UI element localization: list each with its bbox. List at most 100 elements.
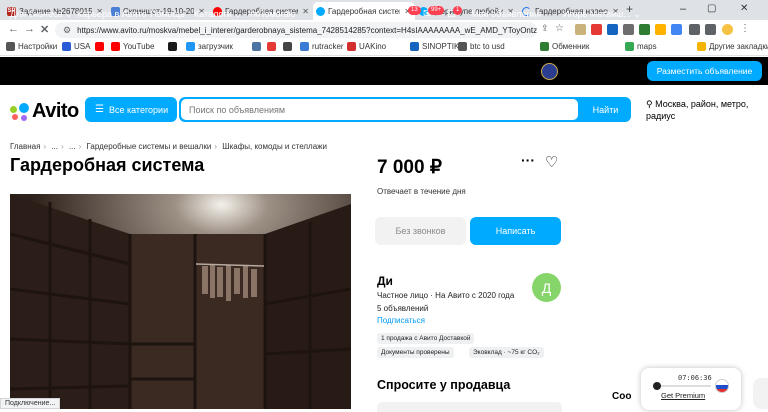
- extension-icon[interactable]: [591, 24, 602, 35]
- seller-badge-chip: 1 продажа с Авито Доставкой: [377, 333, 475, 344]
- bookmark-item[interactable]: maps: [625, 42, 657, 51]
- my-ads-link[interactable]: Мои объявления: [471, 9, 541, 19]
- nav-career-link[interactable]: Карьера в Авито: [77, 9, 147, 19]
- extension-icon[interactable]: [655, 24, 666, 35]
- nav-business-link[interactable]: Для бизнеса ⌄: [10, 9, 73, 20]
- bookmark-item[interactable]: [168, 42, 180, 51]
- categories-menu-icon: ☰: [95, 104, 104, 115]
- bookmark-star-icon[interactable]: ☆: [555, 23, 564, 34]
- extension-icon[interactable]: [639, 24, 650, 35]
- bookmark-item[interactable]: Обменник: [540, 42, 589, 51]
- bookmark-icon: [347, 42, 356, 51]
- no-calls-button: Без звонков: [375, 217, 466, 245]
- breadcrumb-item[interactable]: ...: [69, 142, 76, 151]
- extension-icon[interactable]: [607, 24, 618, 35]
- vpn-slider-track[interactable]: [657, 385, 711, 387]
- maximize-icon[interactable]: ▢: [707, 3, 716, 14]
- ask-seller-box[interactable]: [377, 402, 562, 412]
- bookmark-icon: [168, 42, 177, 51]
- avito-logo[interactable]: Avito: [10, 100, 79, 123]
- bookmark-icon: [95, 42, 104, 51]
- bookmark-label: maps: [637, 42, 657, 51]
- russia-flag-icon[interactable]: [715, 379, 729, 393]
- seller-name[interactable]: Ди: [377, 274, 393, 288]
- bookmark-label: Другие закладки: [709, 42, 768, 51]
- bookmark-item[interactable]: USA: [62, 42, 90, 51]
- subscribe-link[interactable]: Подписаться: [377, 316, 425, 325]
- bookmark-item[interactable]: Настройки: [6, 42, 57, 51]
- listing-photo[interactable]: [10, 194, 351, 409]
- close-window-icon[interactable]: ✕: [740, 3, 748, 14]
- breadcrumb-home[interactable]: Главная: [10, 142, 40, 151]
- folder-icon: [697, 42, 706, 51]
- back-icon[interactable]: ←: [8, 23, 19, 35]
- youtube-icon: [111, 42, 120, 51]
- seller-avatar[interactable]: Д: [532, 273, 561, 302]
- seller-info: Частное лицо · На Авито с 2020 года: [377, 291, 515, 300]
- url-field[interactable]: ⚙ https://www.avito.ru/moskva/mebel_i_in…: [55, 22, 537, 38]
- bookmark-item[interactable]: SINOPTIK: [410, 42, 459, 51]
- get-premium-link[interactable]: Get Premium: [661, 391, 705, 400]
- bookmark-item[interactable]: rutracker: [300, 42, 344, 51]
- url-text: https://www.avito.ru/moskva/mebel_i_inte…: [77, 25, 537, 35]
- stop-loading-icon[interactable]: ✕: [40, 23, 49, 36]
- bookmark-item[interactable]: [283, 42, 295, 51]
- bookmark-icon: [283, 42, 292, 51]
- user-menu[interactable]: Игорь Матвиш... ⌄: [563, 9, 641, 20]
- nav-catalogs-link[interactable]: Каталоги ⌄: [194, 9, 242, 20]
- downloads-icon[interactable]: [689, 24, 700, 35]
- share-icon[interactable]: ⇪: [541, 23, 549, 34]
- extensions-puzzle-icon[interactable]: [705, 24, 716, 35]
- bookmark-label: Настройки: [18, 42, 58, 51]
- site-info-icon[interactable]: ⚙: [63, 25, 71, 36]
- all-categories-button[interactable]: ☰ Все категории: [85, 97, 177, 122]
- listing-price: 7 000 ₽: [377, 157, 442, 178]
- write-message-button[interactable]: Написать: [470, 217, 561, 245]
- nav-tag-link[interactable]: #яПомогаю: [248, 9, 295, 19]
- breadcrumb-item[interactable]: Гардеробные системы и вешалки: [87, 142, 212, 151]
- bookmark-item[interactable]: btc to usd: [458, 42, 505, 51]
- listing-title: Гардеробная система: [10, 155, 205, 175]
- seller-ads-count[interactable]: 5 объявлений: [377, 304, 428, 313]
- more-options-icon[interactable]: ···: [521, 152, 535, 168]
- vpn-widget: 07:06:36 Get Premium: [641, 368, 741, 410]
- categories-label: Все категории: [108, 104, 169, 115]
- bookmark-icon: [267, 42, 276, 51]
- bookmark-item[interactable]: YouTube: [111, 42, 154, 51]
- extension-icon[interactable]: [623, 24, 634, 35]
- tab-close-icon[interactable]: ✕: [302, 7, 309, 16]
- nav-business-label: Для бизнеса: [10, 9, 63, 19]
- maps-icon: [625, 42, 634, 51]
- menu-icon[interactable]: ⋮: [740, 23, 750, 34]
- avito-logo-text: Avito: [32, 100, 79, 122]
- extension-icon[interactable]: [575, 24, 586, 35]
- post-ad-button[interactable]: Разместить объявление: [647, 61, 762, 81]
- search-button[interactable]: Найти: [580, 97, 631, 122]
- seller-badge-chip: Эковклад · ~75 кг CO₂: [469, 347, 544, 358]
- bookmark-item[interactable]: [95, 42, 107, 51]
- minimize-icon[interactable]: –: [680, 3, 686, 15]
- nav-help-link[interactable]: Помощь: [150, 9, 185, 19]
- bookmark-item[interactable]: [267, 42, 279, 51]
- forward-icon[interactable]: →: [24, 23, 35, 35]
- bookmark-item[interactable]: Другие закладки: [697, 42, 768, 51]
- vpn-slider-knob[interactable]: [653, 382, 661, 390]
- bookmark-icon: [186, 42, 195, 51]
- search-input[interactable]: [181, 99, 578, 120]
- breadcrumb: Главная › ... › ... › Гардеробные системы и…: [10, 142, 327, 151]
- bookmark-item[interactable]: UAKino: [347, 42, 386, 51]
- breadcrumb-item[interactable]: ...: [51, 142, 58, 151]
- bookmarks-bar: Настройки USA YouTube загрузчик rutracke…: [0, 40, 768, 56]
- location-selector[interactable]: ⚲ Москва, район, метро, радиус: [646, 98, 764, 122]
- favorite-heart-icon[interactable]: ♡: [545, 153, 558, 171]
- breadcrumb-item[interactable]: Шкафы, комоды и стеллажи: [222, 142, 327, 151]
- user-avatar[interactable]: [541, 63, 558, 80]
- bookmark-label: rutracker: [312, 42, 344, 51]
- bookmark-item[interactable]: загрузчик: [186, 42, 233, 51]
- extension-icon[interactable]: [671, 24, 682, 35]
- profile-avatar-icon[interactable]: [722, 24, 733, 35]
- bookmark-icon: [300, 42, 309, 51]
- side-panel-tab[interactable]: [753, 378, 768, 409]
- bookmark-item[interactable]: [252, 42, 264, 51]
- address-bar-row: ← → ✕ ⚙ https://www.avito.ru/moskva/mebe…: [0, 20, 768, 40]
